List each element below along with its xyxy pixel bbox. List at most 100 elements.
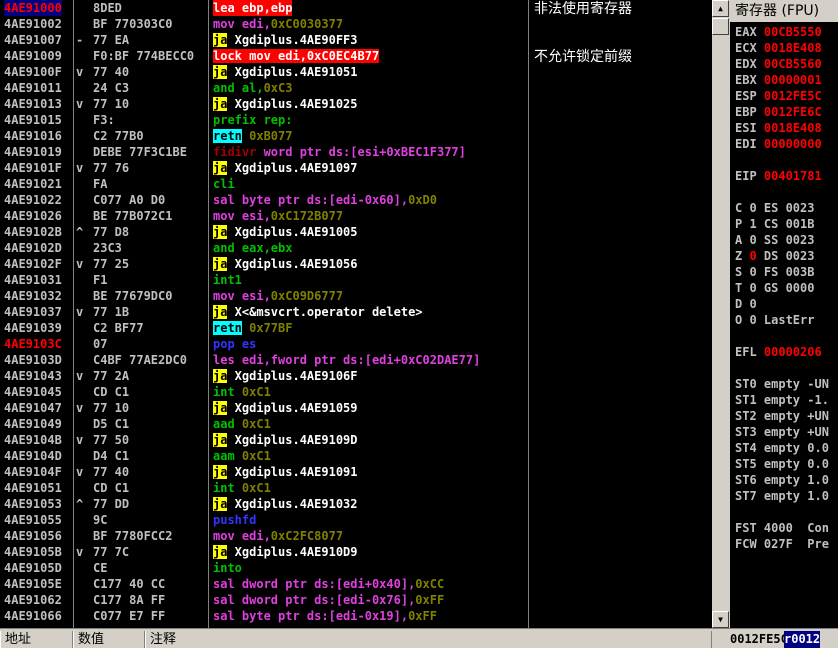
registers-title[interactable]: 寄存器 (FPU) <box>730 0 838 22</box>
disasm-row[interactable]: 4AE9103C 07 pop es <box>0 336 712 352</box>
disasm-row[interactable]: 4AE91056 BF 7780FCC2 mov edi,0xC2FC8077 <box>0 528 712 544</box>
instruction-part: into <box>213 561 242 575</box>
register-line[interactable]: ESP 0012FE5C <box>735 88 822 104</box>
register-line[interactable]: EAX 00CB5550 <box>735 24 822 40</box>
disasm-row[interactable]: 4AE91045 CD C1 int 0xC1 <box>0 384 712 400</box>
register-value: 4000 Con <box>756 521 829 535</box>
disasm-row[interactable]: 4AE9102D 23C3 and eax,ebx <box>0 240 712 256</box>
disasm-row[interactable]: 4AE91062 C177 8A FF sal dword ptr ds:[edi-… <box>0 592 712 608</box>
register-name: ESI <box>735 121 757 135</box>
register-line[interactable]: EBX 00000001 <box>735 72 822 88</box>
disasm-row[interactable]: 4AE91049 D5 C1 aad 0xC1 <box>0 416 712 432</box>
jump-marker: v <box>76 401 84 415</box>
register-line[interactable]: ECX 0018E408 <box>735 40 822 56</box>
disasm-row[interactable]: 4AE91026 BE 77B072C1 mov esi,0xC172B077 <box>0 208 712 224</box>
disasm-row[interactable]: 4AE91047 v 77 10 ja Xgdiplus.4AE91059 <box>0 400 712 416</box>
register-line[interactable]: Z 0 DS 0023 <box>735 248 814 264</box>
register-line[interactable]: EFL 00000206 <box>735 344 822 360</box>
register-line[interactable]: EDI 00000000 <box>735 136 822 152</box>
instruction-part: Xgdiplus.4AE91005 <box>227 225 358 239</box>
disasm-row[interactable]: 4AE91015 F3: prefix rep: <box>0 112 712 128</box>
column-header-comment[interactable]: 注释 <box>145 631 712 648</box>
disasm-row[interactable]: 4AE9104B v 77 50 ja Xgdiplus.4AE9109D <box>0 432 712 448</box>
disasm-row[interactable]: 4AE9103D C4BF 77AE2DC0 les edi,fword ptr d… <box>0 352 712 368</box>
disasm-row[interactable]: 4AE91011 24 C3 and al,0xC3 <box>0 80 712 96</box>
scroll-up-button[interactable]: ▲ <box>712 0 729 17</box>
instruction-text: ja Xgdiplus.4AE91005 <box>213 224 358 240</box>
register-line[interactable]: EBP 0012FE6C <box>735 104 822 120</box>
register-line[interactable]: EIP 00401781 <box>735 168 822 184</box>
disasm-row[interactable]: 4AE9105E C177 40 CC sal dword ptr ds:[edi+… <box>0 576 712 592</box>
disasm-row[interactable]: 4AE91039 C2 BF77 retn 0x77BF <box>0 320 712 336</box>
instruction-part: 0xC172B077 <box>270 209 344 223</box>
register-line[interactable]: D 0 <box>735 296 764 312</box>
column-header-address[interactable]: 地址 <box>0 631 73 648</box>
register-line[interactable]: ST1 empty -1. <box>735 392 829 408</box>
disasm-row[interactable]: 4AE91032 BE 77679DC0 mov esi,0xC09D6777 <box>0 288 712 304</box>
register-value: ES 0023 <box>756 201 815 215</box>
disasm-row[interactable]: 4AE91037 v 77 1B ja X<&msvcrt.operator dele… <box>0 304 712 320</box>
instruction-hex: C177 40 CC <box>93 577 166 591</box>
register-line[interactable]: O 0 LastErr <box>735 312 814 328</box>
disasm-row[interactable]: 4AE9101F v 77 76 ja Xgdiplus.4AE91097 <box>0 160 712 176</box>
instruction-part: ja <box>213 97 228 111</box>
disasm-row[interactable]: 4AE9104F v 77 40 ja Xgdiplus.4AE91091 <box>0 464 712 480</box>
disasm-row[interactable]: 4AE91043 v 77 2A ja Xgdiplus.4AE9106F <box>0 368 712 384</box>
register-line[interactable]: S 0 FS 003B <box>735 264 814 280</box>
register-line[interactable]: ST7 empty 1.0 <box>735 488 829 504</box>
disasm-row[interactable]: 4AE91066 C077 E7 FF sal byte ptr ds:[edi-0… <box>0 608 712 624</box>
register-line[interactable]: ST2 empty +UN <box>735 408 829 424</box>
instruction-hex: C2 BF77 <box>93 321 144 335</box>
disasm-row[interactable]: 4AE91055 9C pushfd <box>0 512 712 528</box>
disasm-row[interactable]: 4AE91031 F1 int1 <box>0 272 712 288</box>
instruction-part: and al, <box>213 81 264 95</box>
instruction-hex: BF 7780FCC2 <box>93 529 173 543</box>
disasm-row[interactable]: 4AE91019 DEBE 77F3C1BE fidivr word ptr ds:… <box>0 144 712 160</box>
disasm-row[interactable]: 4AE91053 ^ 77 DD ja Xgdiplus.4AE91032 <box>0 496 712 512</box>
disasm-row[interactable]: 4AE91002 BF 770303C0 mov edi,0xC0030377 <box>0 16 712 32</box>
register-line[interactable]: C 0 ES 0023 <box>735 200 814 216</box>
register-line[interactable]: ST0 empty -UN <box>735 376 829 392</box>
register-line[interactable]: ST6 empty 1.0 <box>735 472 829 488</box>
register-line[interactable]: P 1 CS 001B <box>735 216 814 232</box>
instruction-part: ja <box>213 369 228 383</box>
disasm-row[interactable]: 4AE91016 C2 77B0 retn 0xB077 <box>0 128 712 144</box>
register-line[interactable]: FST 4000 Con <box>735 520 829 536</box>
disasm-row[interactable]: 4AE9104D D4 C1 aam 0xC1 <box>0 448 712 464</box>
register-line[interactable]: T 0 GS 0000 <box>735 280 814 296</box>
disassembly-pane[interactable]: 4AE91000 8DED lea ebp,ebp 4AE91002 BF 770303… <box>0 0 712 628</box>
scroll-down-button[interactable]: ▼ <box>712 611 729 628</box>
instruction-part: 0x77BF <box>241 321 293 335</box>
register-name: P 1 <box>735 217 757 231</box>
disasm-row[interactable]: 4AE9102B ^ 77 D8 ja Xgdiplus.4AE91005 <box>0 224 712 240</box>
register-line[interactable]: A 0 SS 0023 <box>735 232 814 248</box>
register-line[interactable]: ST3 empty +UN <box>735 424 829 440</box>
instruction-part: Xgdiplus.4AE91059 <box>227 401 358 415</box>
instruction-part: Xgdiplus.4AE91032 <box>227 497 358 511</box>
disasm-row[interactable]: 4AE9105B v 77 7C ja Xgdiplus.4AE910D9 <box>0 544 712 560</box>
instruction-text: ja Xgdiplus.4AE9106F <box>213 368 358 384</box>
stack-value[interactable]: r0012 <box>784 631 821 648</box>
register-line[interactable]: ST5 empty 0.0 <box>735 456 829 472</box>
disasm-row[interactable]: 4AE9105D CE into <box>0 560 712 576</box>
instruction-part: Xgdiplus.4AE91091 <box>227 465 358 479</box>
stack-address[interactable]: 0012FE5C <box>730 631 788 648</box>
instruction-text: mov esi,0xC09D6777 <box>213 288 343 304</box>
register-line[interactable]: ESI 0018E408 <box>735 120 822 136</box>
jump-marker: v <box>76 97 84 111</box>
scroll-thumb[interactable] <box>712 18 729 35</box>
disasm-row[interactable]: 4AE91021 FA cli <box>0 176 712 192</box>
disasm-row[interactable]: 4AE91051 CD C1 int 0xC1 <box>0 480 712 496</box>
column-header-value[interactable]: 数值 <box>73 631 145 648</box>
register-line[interactable]: EDX 00CB5560 <box>735 56 822 72</box>
disasm-row[interactable]: 4AE9100F v 77 40 ja Xgdiplus.4AE91051 <box>0 64 712 80</box>
disasm-row[interactable]: 4AE91013 v 77 10 ja Xgdiplus.4AE91025 <box>0 96 712 112</box>
register-line[interactable]: ST4 empty 0.0 <box>735 440 829 456</box>
registers-pane[interactable]: 寄存器 (FPU) EAX 00CB5550 ECX 0018E408 EDX 00… <box>730 0 838 628</box>
disassembly-scrollbar[interactable]: ▲ ▼ <box>712 0 729 628</box>
disasm-row[interactable]: 4AE9102F v 77 25 ja Xgdiplus.4AE91056 <box>0 256 712 272</box>
instruction-part: mov esi, <box>213 289 271 303</box>
disasm-row[interactable]: 4AE91022 C077 A0 D0 sal byte ptr ds:[edi-0… <box>0 192 712 208</box>
register-line[interactable]: FCW 027F Pre <box>735 536 829 552</box>
instruction-address: 4AE9102B <box>4 225 62 239</box>
